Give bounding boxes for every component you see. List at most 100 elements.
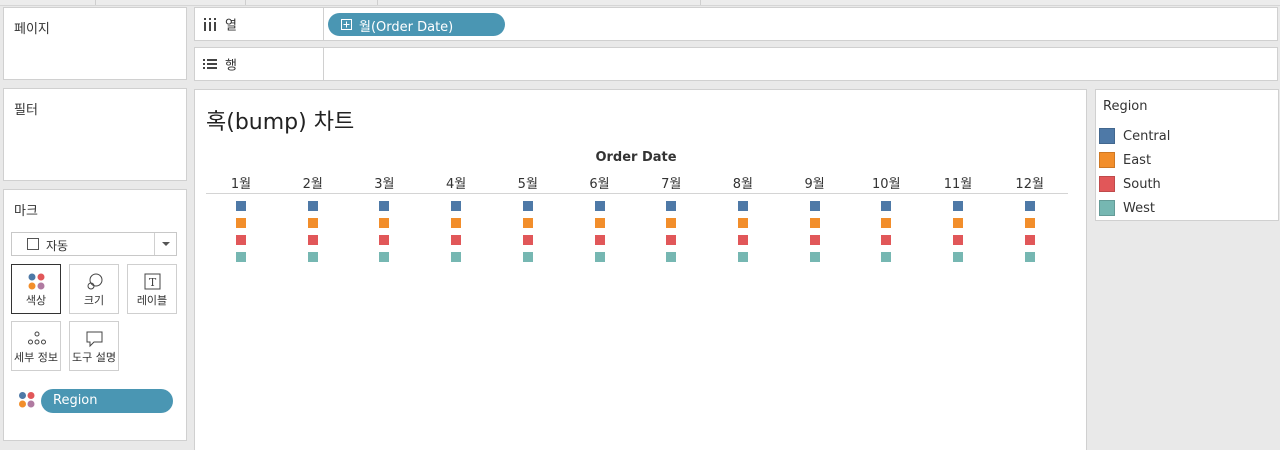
legend-item-label: Central [1123,129,1171,144]
mark-east[interactable] [594,218,605,228]
columns-shelf[interactable]: 열 월(Order Date) [194,7,1278,41]
color-button[interactable]: 색상 [11,264,61,314]
size-circles-icon [87,273,103,290]
text-label-icon: T [144,273,161,290]
mark-south[interactable] [953,235,963,245]
mark-west[interactable] [307,252,318,262]
mark-south[interactable] [666,235,677,245]
filters-panel[interactable]: 필터 [3,88,187,181]
mark-east[interactable] [881,218,892,228]
month-tick-label: 11월 [943,177,973,192]
detail-button-label: 세부 정보 [14,351,58,364]
speech-bubble-icon [86,331,103,348]
mark-east[interactable] [809,218,820,228]
mark-east[interactable] [451,218,462,228]
mark-east[interactable] [379,218,390,228]
mark-central[interactable] [953,201,963,211]
month-order-date-pill[interactable]: 월(Order Date) [328,13,505,36]
x-axis-title: Order Date [595,150,677,165]
mark-east[interactable] [953,218,963,228]
legend-item-label: West [1123,201,1155,216]
mark-south[interactable] [236,235,246,245]
chart-title: 혹(bump) 차트 [206,110,355,135]
month-tick-label: 8월 [732,177,753,192]
mark-south[interactable] [451,235,462,245]
detail-button[interactable]: 세부 정보 [11,321,61,371]
tooltip-button-label: 도구 설명 [72,351,116,364]
color-button-label: 색상 [25,294,47,307]
svg-text:T: T [149,276,157,289]
month-tick-label: 10월 [872,177,901,192]
rows-shelf-label: 행 [195,48,324,80]
month-tick-label: 9월 [804,177,825,192]
rows-shelf-text: 행 [225,58,237,74]
tooltip-button[interactable]: 도구 설명 [69,321,119,371]
legend-item-label: South [1123,177,1161,192]
mark-east[interactable] [522,218,533,228]
columns-shelf-text: 열 [225,18,237,34]
mark-central[interactable] [809,201,820,211]
mark-south[interactable] [594,235,605,245]
region-color-pill[interactable]: Region [41,389,173,413]
mark-west[interactable] [522,252,533,262]
mark-west[interactable] [1024,252,1035,262]
mark-south[interactable] [379,235,390,245]
legend-item-label: East [1123,153,1152,168]
plus-box-icon[interactable] [341,19,352,30]
mark-west[interactable] [666,252,677,262]
mark-central[interactable] [594,201,605,211]
mark-central[interactable] [522,201,533,211]
size-button-label: 크기 [83,294,105,307]
label-button[interactable]: T 레이블 [127,264,177,314]
color-dots-icon [19,392,35,408]
mark-south[interactable] [307,235,318,245]
x-axis-line [206,193,1068,194]
mark-south[interactable] [1024,235,1035,245]
mark-central[interactable] [666,201,677,211]
mark-west[interactable] [737,252,748,262]
pages-panel[interactable]: 페이지 [3,7,187,80]
mark-type-dropdown[interactable]: 자동 [11,232,177,256]
legend-swatch [1099,128,1115,144]
mark-central[interactable] [737,201,748,211]
marks-panel-title: 마크 [14,204,38,219]
chart-canvas[interactable] [194,89,1087,450]
size-button[interactable]: 크기 [69,264,119,314]
mark-east[interactable] [307,218,318,228]
month-order-date-label: 월(Order Date) [359,20,454,35]
mark-west[interactable] [379,252,390,262]
mark-central[interactable] [379,201,390,211]
detail-dots-icon [28,331,46,345]
mark-west[interactable] [809,252,820,262]
rows-icon [203,59,217,69]
mark-central[interactable] [881,201,892,211]
mark-central[interactable] [1024,201,1035,211]
month-tick-label: 3월 [374,177,395,192]
mark-west[interactable] [881,252,892,262]
mark-south[interactable] [809,235,820,245]
mark-south[interactable] [522,235,533,245]
mark-east[interactable] [1024,218,1035,228]
mark-south[interactable] [737,235,748,245]
mark-central[interactable] [307,201,318,211]
mark-east[interactable] [666,218,677,228]
mark-west[interactable] [451,252,462,262]
region-pill-label: Region [53,393,98,408]
columns-icon [204,18,216,31]
month-tick-label: 6월 [589,177,610,192]
month-tick-label: 1월 [230,177,252,192]
mark-south[interactable] [881,235,892,245]
mark-type-value: 자동 [46,239,69,253]
mark-central[interactable] [451,201,462,211]
mark-central[interactable] [236,201,246,211]
mark-east[interactable] [236,218,246,228]
color-dots-icon [28,273,45,290]
mark-west[interactable] [594,252,605,262]
chevron-down-icon[interactable] [154,233,176,255]
month-tick-label: 12월 [1015,177,1044,192]
rows-shelf[interactable]: 행 [194,47,1278,81]
mark-east[interactable] [737,218,748,228]
mark-west[interactable] [953,252,963,262]
mark-type-square-icon [27,238,39,250]
mark-west[interactable] [236,252,246,262]
